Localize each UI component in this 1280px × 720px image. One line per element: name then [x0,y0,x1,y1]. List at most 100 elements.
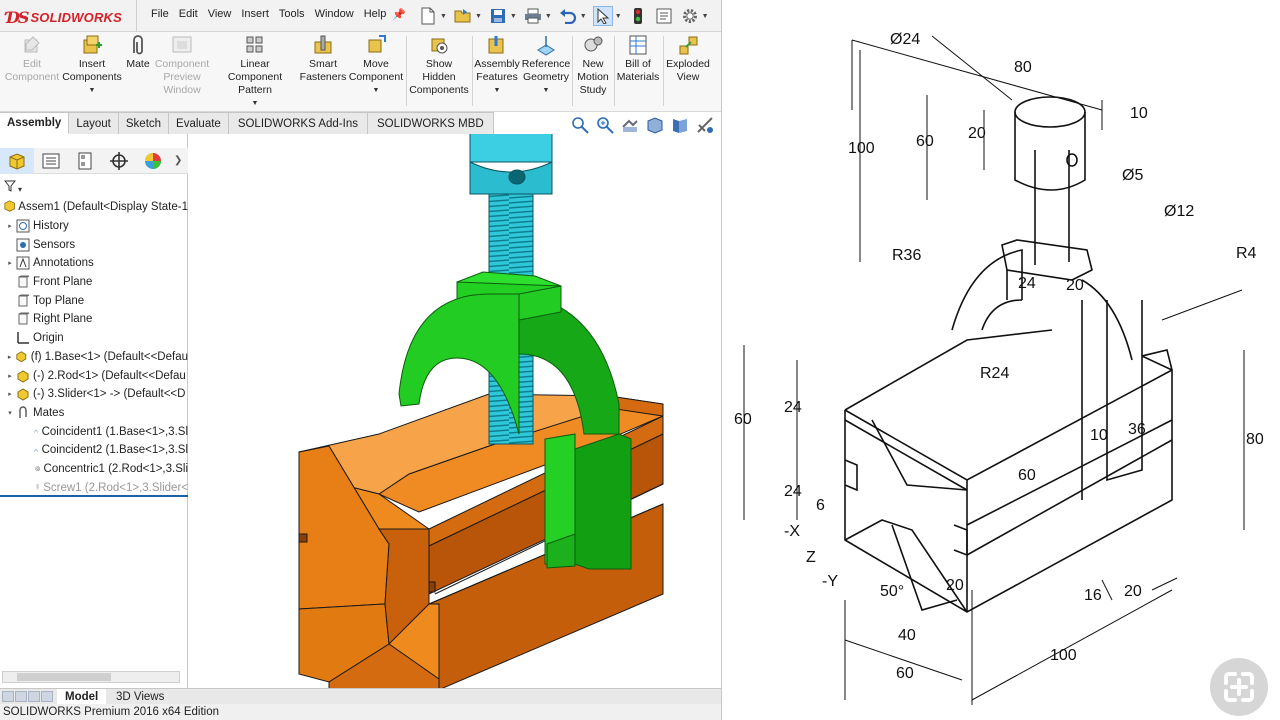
menu-edit[interactable]: Edit [179,8,198,20]
menu-view[interactable]: View [208,8,232,20]
expand-arrow-icon[interactable]: ▸ [6,353,13,361]
chevron-down-icon[interactable]: ▼ [545,13,552,20]
smart-fasteners-button[interactable]: Smart Fasteners [298,34,348,84]
print-button[interactable] [523,6,543,26]
property-manager-icon [42,153,60,168]
tab-configuration-manager[interactable] [68,148,102,174]
menu-file[interactable]: File [151,8,169,20]
save-button[interactable] [488,6,508,26]
chevron-down-icon[interactable]: ▼ [702,13,709,20]
tab-dimxpert-manager[interactable] [102,148,136,174]
chevron-down-icon[interactable]: ▼ [373,84,380,97]
tree-item[interactable]: ▸ History [0,217,188,236]
tab-display-manager[interactable] [136,148,170,174]
open-button[interactable] [453,6,473,26]
assembly-model[interactable] [189,103,721,695]
tab-solidworks-mbd[interactable]: SOLIDWORKS MBD [367,112,494,134]
fullscreen-button[interactable] [1210,658,1268,716]
tree-item[interactable]: Front Plane [0,273,188,292]
chevron-right-icon[interactable]: ❯ [174,155,182,166]
expand-arrow-icon[interactable]: ▾ [6,409,14,417]
tree-item[interactable]: Concentric1 (2.Rod<1>,3.Sli [0,460,188,479]
tree-item[interactable]: Assem1 (Default<Display State-1 [0,198,188,217]
solidworks-logo[interactable]: ƊS SOLIDWORKS [6,6,122,28]
section-view-icon[interactable] [645,115,665,135]
linear-pattern-button[interactable]: Linear Component Pattern ▼ [212,34,298,110]
expand-arrow-icon[interactable]: ▸ [6,372,14,380]
file-properties-button[interactable] [654,6,674,26]
chevron-down-icon[interactable]: ▼ [475,13,482,20]
expand-arrow-icon[interactable]: ▸ [6,222,14,230]
select-button[interactable] [592,6,613,26]
menu-insert[interactable]: Insert [241,8,269,20]
bill-of-materials-button[interactable]: Bill of Materials [614,34,662,84]
tab-feature-manager[interactable] [0,147,34,174]
chevron-down-icon[interactable]: ▼ [510,13,517,20]
dim-label: 40 [898,627,916,644]
tab-3d-views[interactable]: 3D Views [108,689,172,704]
chevron-down-icon[interactable]: ▼ [615,13,622,20]
last-tab-button[interactable] [41,691,53,702]
tab-model[interactable]: Model [57,689,107,704]
graphics-area[interactable] [189,103,721,695]
chevron-down-icon[interactable]: ▼ [252,97,259,110]
reference-geometry-button[interactable]: Reference Geometry ▼ [522,34,570,97]
scrollbar-thumb[interactable] [17,673,111,681]
expand-arrow-icon[interactable]: ▸ [6,259,14,267]
tree-item[interactable]: ▸ (f) 1.Base<1> (Default<<Defau [0,348,188,367]
tab-solidworks-add-ins[interactable]: SOLIDWORKS Add-Ins [228,112,368,134]
tree-item[interactable]: ▸ (-) 2.Rod<1> (Default<<Defau [0,366,188,385]
next-tab-button[interactable] [28,691,40,702]
expand-arrow-icon[interactable]: ▸ [6,390,14,398]
previous-tab-button[interactable] [15,691,27,702]
menu-tools[interactable]: Tools [279,8,305,20]
tree-item[interactable]: ▸ Annotations [0,254,188,273]
show-hidden-button[interactable]: Show Hidden Components [408,34,470,97]
pin-icon[interactable]: 📌 [392,8,406,21]
component-preview-button[interactable]: Component Preview Window [152,34,212,97]
menu-help[interactable]: Help [364,8,387,20]
tab-evaluate[interactable]: Evaluate [169,112,229,134]
display-style-icon[interactable] [695,115,715,135]
move-component-button[interactable]: Move Component ▼ [348,34,404,97]
edit-component-button[interactable]: Edit Component [4,34,60,84]
tree-item[interactable]: ▸ (-) 3.Slider<1> -> (Default<<D [0,385,188,404]
tree-item[interactable]: Sensors [0,235,188,254]
tree-item[interactable]: ▾ Mates [0,404,188,423]
tree-item[interactable]: Coincident1 (1.Base<1>,3.Sl [0,422,188,441]
tab-assembly[interactable]: Assembly [0,112,70,134]
chevron-down-icon[interactable]: ▼ [89,84,96,97]
tab-layout[interactable]: Layout [69,112,119,134]
previous-view-icon[interactable] [620,115,640,135]
menu-window[interactable]: Window [315,8,354,20]
chevron-down-icon[interactable]: ▼ [440,13,447,20]
mates-icon [16,406,30,420]
mate-button[interactable]: Mate [124,34,152,71]
horizontal-scrollbar[interactable] [2,671,180,683]
dim-label: 60 [916,133,934,150]
options-button[interactable] [680,6,700,26]
tree-item[interactable]: Right Plane [0,310,188,329]
view-orientation-icon[interactable] [670,115,690,135]
first-tab-button[interactable] [2,691,14,702]
tree-item[interactable]: Origin [0,329,188,348]
chevron-down-icon[interactable]: ▼ [494,84,501,97]
zoom-to-fit-icon[interactable] [570,115,590,135]
tab-property-manager[interactable] [34,148,68,174]
chevron-down-icon[interactable]: ▼ [543,84,550,97]
rebuild-button[interactable] [628,6,648,26]
assembly-features-button[interactable]: Assembly Features ▼ [472,34,522,97]
new-document-button[interactable] [418,6,438,26]
new-motion-study-button[interactable]: New Motion Study [573,34,613,97]
undo-button[interactable] [558,6,578,26]
tab-sketch[interactable]: Sketch [118,112,170,134]
paperclip-mate-icon [133,35,143,55]
insert-components-button[interactable]: Insert Components ▼ [61,34,123,97]
zoom-to-area-icon[interactable] [595,115,615,135]
chevron-down-icon[interactable]: ▼ [580,13,587,20]
tree-item[interactable]: Coincident2 (1.Base<1>,3.Sl [0,441,188,460]
tree-item-label: Origin [33,332,64,345]
exploded-view-button[interactable]: Exploded View [664,34,712,84]
tree-item[interactable]: Top Plane [0,291,188,310]
filter-icon[interactable]: ▾ [3,180,22,195]
